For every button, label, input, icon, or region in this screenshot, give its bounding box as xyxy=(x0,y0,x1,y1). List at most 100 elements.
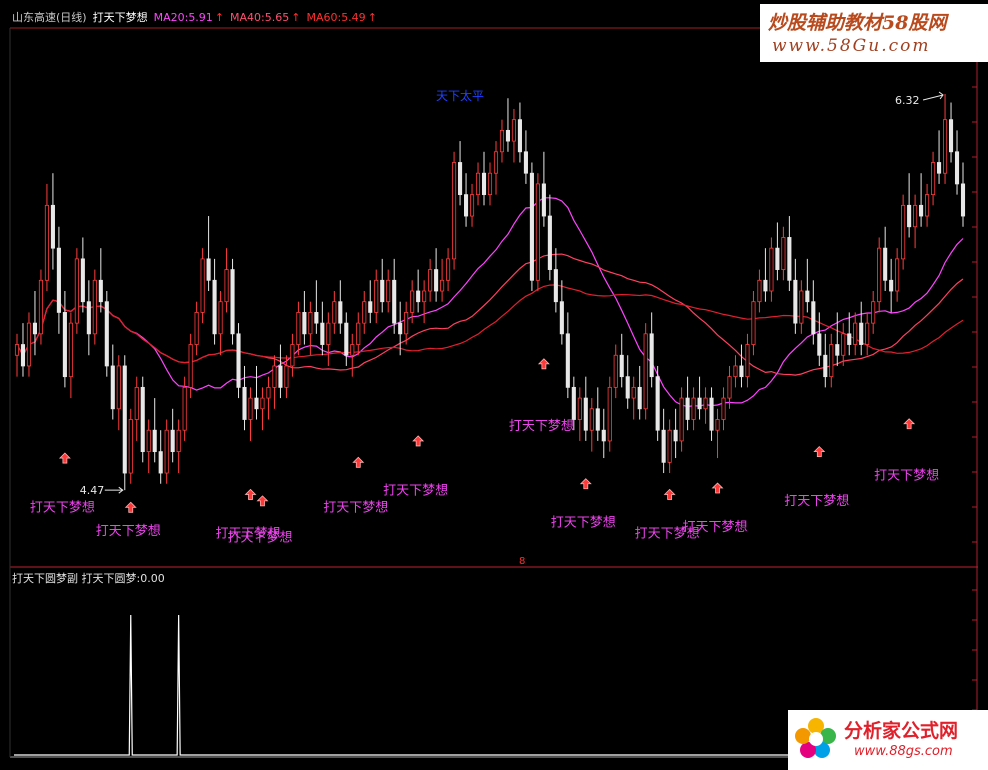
candle-body xyxy=(92,279,97,335)
candle-body xyxy=(595,408,600,431)
buy-signal-arrow-shape xyxy=(412,435,425,447)
candle-body xyxy=(817,333,822,356)
candle-body xyxy=(272,365,277,388)
candle-body xyxy=(877,247,882,303)
candle-body xyxy=(619,354,624,378)
candle-body xyxy=(523,151,528,174)
candle-body xyxy=(529,172,534,281)
candle-body xyxy=(823,354,828,378)
candle-body xyxy=(673,429,678,442)
candle-body xyxy=(296,312,301,345)
candle-body xyxy=(56,247,61,313)
candle-body xyxy=(859,322,864,345)
candle-body xyxy=(751,301,756,345)
candle-body xyxy=(248,397,253,420)
candle-body xyxy=(643,333,648,410)
candle-body xyxy=(38,279,43,335)
candle-body xyxy=(128,419,133,474)
candle-body xyxy=(577,397,582,420)
candle-body xyxy=(206,258,211,281)
buy-signal-arrow-icon xyxy=(58,452,71,464)
candle-body xyxy=(50,204,55,249)
candle-body xyxy=(62,312,67,378)
candle-body xyxy=(954,151,960,185)
candle-body xyxy=(194,312,199,345)
candle-body xyxy=(883,247,888,281)
candle-body xyxy=(332,301,337,324)
candle-body xyxy=(799,290,804,324)
candle-body xyxy=(841,333,846,356)
candle-body xyxy=(452,162,457,260)
buy-signal-label: 打天下梦想 xyxy=(227,530,292,546)
candle-body xyxy=(601,429,606,442)
candle-body xyxy=(374,279,379,313)
candle-body xyxy=(278,365,283,388)
candle-body xyxy=(134,386,139,420)
candle-body xyxy=(781,237,786,270)
candle-body xyxy=(745,344,750,378)
top-annotation-text: 天下太平 xyxy=(436,88,484,103)
candle-body xyxy=(284,365,289,388)
candle-body xyxy=(493,151,499,174)
candle-body xyxy=(86,301,91,335)
buy-signal-label: 打天下梦想 xyxy=(30,500,95,516)
candle-body xyxy=(242,386,247,420)
candle-body xyxy=(901,204,906,260)
right-axis-ticks xyxy=(972,51,977,741)
ma-line-ma20 xyxy=(16,197,964,408)
candle-body xyxy=(308,312,313,335)
candle-body xyxy=(398,322,403,335)
watermark-88gs-title: 分析家公式网 xyxy=(844,720,959,742)
candle-body xyxy=(667,429,672,463)
candle-body xyxy=(829,344,834,378)
candle-body xyxy=(715,419,720,431)
ma60-readout: MA60:5.49 ↑ xyxy=(306,11,377,24)
candle-body xyxy=(960,183,966,217)
candle-body xyxy=(164,429,169,474)
candle-body xyxy=(583,397,588,431)
buy-signal-label: 打天下梦想 xyxy=(323,500,388,516)
candle-body xyxy=(631,386,636,399)
candle-body xyxy=(733,365,738,378)
candle-body xyxy=(907,204,912,228)
buy-signal-arrow-shape xyxy=(256,495,269,507)
candle-body xyxy=(302,312,307,335)
candle-body xyxy=(458,162,463,196)
candle-body xyxy=(140,386,145,453)
candle-body xyxy=(260,397,265,410)
candle-body xyxy=(739,365,744,378)
stock-chart[interactable]: 4.476.32天下太平 打天下梦想打天下梦想 打天下梦想打天下梦想打天下梦想打天… xyxy=(0,0,988,770)
candle-body xyxy=(703,397,708,410)
candle-body xyxy=(410,290,415,313)
buy-signal-arrow-icon xyxy=(256,495,269,507)
candle-body xyxy=(200,258,205,313)
candle-body xyxy=(380,279,385,303)
candle-body xyxy=(14,344,20,356)
watermark-88gs: 分析家公式网 www.88gs.com xyxy=(788,710,988,770)
candle-body xyxy=(110,365,115,410)
ma40-up-arrow-icon: ↑ xyxy=(291,11,301,24)
candle-body xyxy=(679,397,684,442)
candle-body xyxy=(314,312,319,324)
candlestick-series xyxy=(14,93,966,491)
candle-body xyxy=(80,258,85,303)
ma20-up-arrow-icon: ↑ xyxy=(214,11,225,24)
candle-body xyxy=(116,365,121,410)
buy-signal-arrow-shape xyxy=(711,482,724,494)
candle-body xyxy=(74,258,79,324)
candle-body xyxy=(26,322,32,367)
candle-body xyxy=(266,386,271,399)
watermark-58gu-title: 炒股辅助教材58股网 xyxy=(768,12,947,34)
candle-body xyxy=(661,429,666,463)
buy-signal-arrow-shape xyxy=(903,418,916,430)
candle-body xyxy=(535,183,540,281)
sub-indicator-value: 打天下圆梦:0.00 xyxy=(81,572,165,585)
watermark-58gu-url: www.58Gu.com xyxy=(772,36,931,56)
candle-body xyxy=(769,247,774,292)
candle-body xyxy=(44,204,49,281)
candle-body xyxy=(865,322,870,345)
buy-signal-arrow-shape xyxy=(663,488,676,500)
candle-body xyxy=(230,269,235,335)
candle-body xyxy=(290,344,295,367)
buy-signal-arrow-icon xyxy=(412,435,425,447)
